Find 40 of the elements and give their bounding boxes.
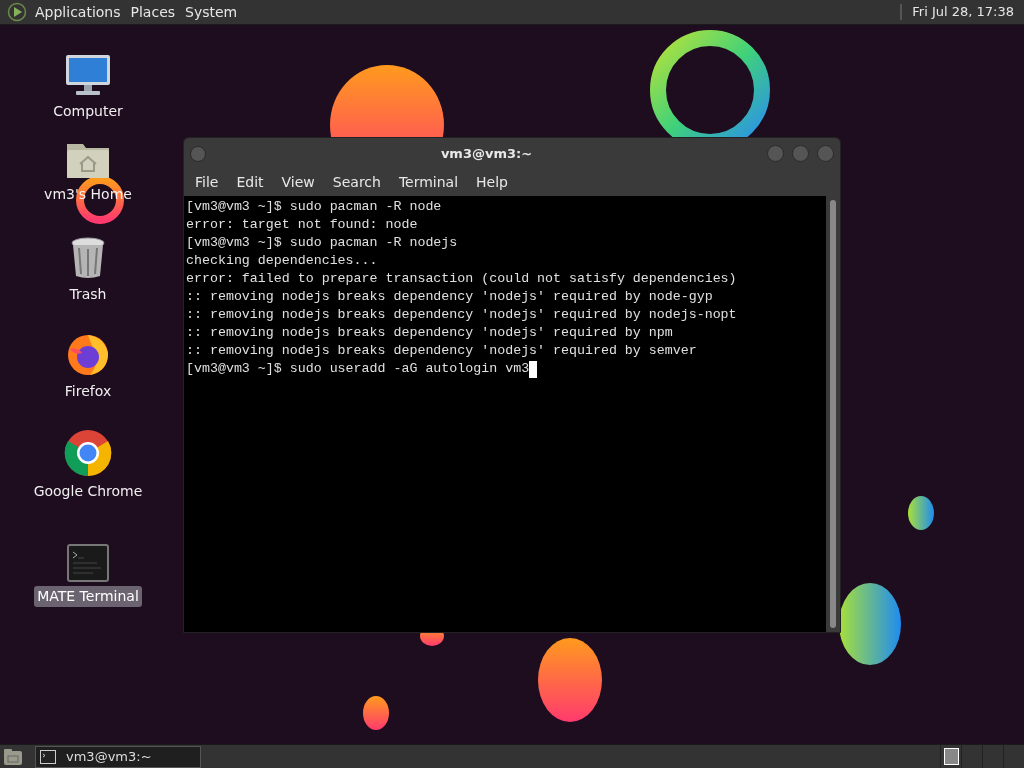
menu-item[interactable]: Search — [323, 172, 390, 193]
terminal-line: error: target not found: node — [186, 216, 418, 234]
window-menu-button[interactable] — [190, 145, 206, 162]
terminal-line: :: removing nodejs breaks dependency 'nodejs' required by semver — [186, 342, 697, 360]
show-desktop-icon[interactable] — [3, 747, 23, 766]
trash-icon — [68, 236, 108, 280]
panel-menu[interactable]: Applications — [31, 1, 125, 23]
desktop-icon-label[interactable]: Firefox — [61, 381, 115, 402]
window-title: vm3@vm3:~ — [439, 144, 534, 163]
menu-item[interactable]: Edit — [227, 172, 273, 193]
panel-menu[interactable]: System — [181, 1, 242, 23]
menu-item[interactable]: Terminal — [389, 172, 468, 193]
close-button[interactable] — [817, 145, 834, 162]
menu-item[interactable]: Help — [467, 172, 517, 193]
desktop-icon-label[interactable]: MATE Terminal — [34, 586, 142, 607]
desktop-icon-label[interactable]: Google Chrome — [30, 481, 146, 502]
desktop-icon-label[interactable]: Computer — [50, 101, 126, 122]
menu-item[interactable]: File — [186, 172, 228, 193]
menu-item[interactable]: View — [272, 172, 324, 193]
desktop-icon-label[interactable]: Trash — [66, 284, 110, 305]
taskbar-window-button[interactable]: vm3@vm3:~ — [35, 746, 201, 768]
terminal-line: [vm3@vm3 ~]$ sudo pacman -R node — [186, 198, 442, 216]
text-cursor — [529, 360, 538, 378]
terminal-line: :: removing nodejs breaks dependency 'nodejs' required by npm — [186, 324, 673, 342]
terminal-line: [vm3@vm3 ~]$ sudo pacman -R nodejs — [186, 234, 458, 252]
monitor-icon — [64, 53, 112, 97]
panel-menu[interactable]: Places — [126, 1, 180, 23]
minimize-button[interactable] — [767, 145, 784, 162]
distro-logo-icon[interactable] — [7, 2, 27, 22]
terminal-line: :: removing nodejs breaks dependency 'nodejs' required by nodejs-nopt — [186, 306, 737, 324]
scrollbar[interactable] — [826, 196, 840, 632]
maximize-button[interactable] — [792, 145, 809, 162]
terminal-line: checking dependencies... — [186, 252, 378, 270]
terminal-line: :: removing nodejs breaks dependency 'nodejs' required by node-gyp — [186, 288, 713, 306]
terminal-line: error: failed to prepare transaction (could not satisfy dependencies) — [186, 270, 737, 288]
terminal-icon — [67, 544, 109, 582]
chrome-icon — [64, 429, 112, 477]
terminal-icon — [40, 750, 56, 764]
terminal-line: [vm3@vm3 ~]$ sudo useradd -aG autologin vm3 — [186, 360, 530, 378]
clock[interactable]: Fri Jul 28, 17:38 — [912, 2, 1014, 22]
